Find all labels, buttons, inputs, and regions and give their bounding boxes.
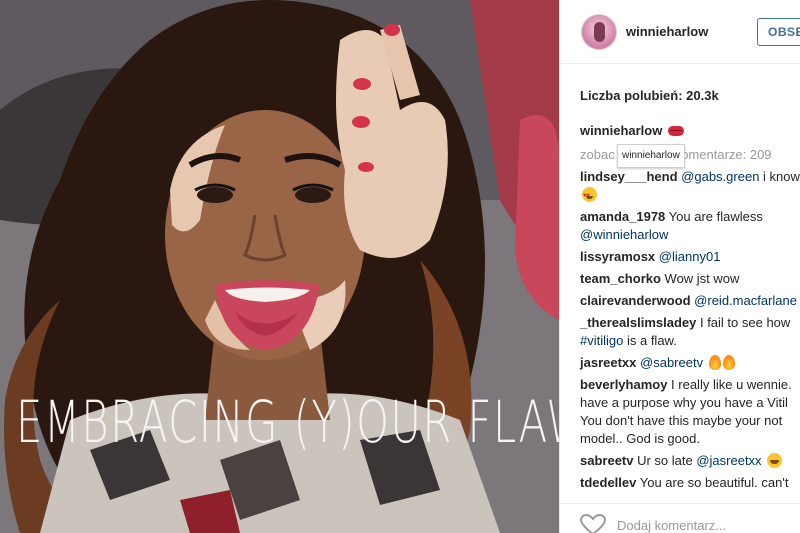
likes-count[interactable]: Liczba polubień: 20.3k — [580, 88, 719, 103]
comment-text: i know — [759, 169, 800, 184]
comment-text: You are flawless — [665, 209, 763, 224]
view-all-suffix: komentarze: 209 — [674, 147, 772, 162]
comment-username[interactable]: amanda_1978 — [580, 209, 665, 224]
comment-item: clairevanderwood @reid.macfarlane — [580, 292, 800, 310]
caption: winnieharlow — [580, 122, 800, 140]
view-all-prefix: zobac — [580, 147, 615, 162]
comment-username[interactable]: lindsey___hend — [580, 169, 678, 184]
comment-mention[interactable]: @lianny01 — [659, 249, 721, 264]
heart-eyes-emoji-icon — [582, 187, 597, 205]
comment-mention[interactable]: @sabreetv — [640, 355, 703, 370]
comment-username[interactable]: jasreetxx — [580, 355, 636, 370]
post-footer: Dodaj komentarz... — [560, 503, 800, 533]
comment-text-line: model.. God is good. — [580, 431, 700, 446]
view-all-comments-link[interactable]: zobac komentarze: 209 winnieharlow — [580, 144, 800, 168]
kiss-lips-icon — [668, 126, 685, 136]
comment-username[interactable]: beverlyhamoy — [580, 377, 667, 392]
comment-username[interactable]: clairevanderwood — [580, 293, 691, 308]
comment-mention[interactable]: @winnieharlow — [580, 227, 668, 242]
comment-text: is a flaw. — [623, 333, 677, 348]
post-header: winnieharlow OBSE — [560, 0, 800, 64]
comment-mention[interactable]: @jasreetxx — [696, 453, 761, 468]
comment-text: You are so beautiful. can't — [636, 475, 789, 490]
avatar[interactable] — [581, 14, 617, 50]
photo-overlay-text: EMBRACING (Y)OUR FLAWS — [16, 388, 559, 456]
laughing-emoji-icon — [767, 453, 783, 468]
comment-item: team_chorko Wow jst wow — [580, 270, 800, 288]
comment-item: lindsey___hend @gabs.green i know — [580, 168, 800, 205]
comment-item: amanda_1978 You are flawless @winnieharl… — [580, 208, 800, 244]
comment-item: tdedellev You are so beautiful. can't — [580, 474, 800, 492]
comment-mention[interactable]: @gabs.green — [681, 169, 759, 184]
follow-button[interactable]: OBSE — [757, 18, 800, 46]
comment-text-line: You don't have this maybe your not — [580, 413, 783, 428]
comment-username[interactable]: sabreetv — [580, 453, 633, 468]
comment-item: sabreetv Ur so late @jasreetxx — [580, 452, 800, 470]
comment-username[interactable]: tdedellev — [580, 475, 636, 490]
post-photo[interactable]: EMBRACING (Y)OUR FLAWS — [0, 0, 559, 533]
comment-item: jasreetxx @sabreetv — [580, 354, 800, 372]
comment-item: lissyramosx @lianny01 — [580, 248, 800, 266]
comment-text-line: have a purpose why you have a Vitil — [580, 395, 788, 410]
comment-text: Wow jst wow — [660, 271, 740, 286]
fire-emoji-icon — [722, 355, 735, 370]
comment-username[interactable]: team_chorko — [580, 271, 661, 286]
heart-icon[interactable] — [580, 514, 606, 533]
comment-mention[interactable]: @reid.macfarlane — [694, 293, 797, 308]
comment-hashtag[interactable]: #vitiligo — [580, 333, 623, 348]
username-tooltip: winnieharlow — [617, 144, 685, 168]
caption-username[interactable]: winnieharlow — [580, 123, 662, 138]
comment-text: Ur so late — [633, 453, 697, 468]
comment-username[interactable]: _therealslimsladey — [580, 315, 696, 330]
comment-item: beverlyhamoy I really like u wennie. hav… — [580, 376, 800, 448]
author-username[interactable]: winnieharlow — [626, 24, 708, 39]
comment-item: _therealslimsladey I fail to see how #vi… — [580, 314, 800, 350]
comment-text: I fail to see how — [696, 315, 791, 330]
comments-list: winnieharlow zobac komentarze: 209 winnie… — [580, 122, 800, 496]
fire-emoji-icon — [708, 355, 721, 370]
add-comment-input[interactable]: Dodaj komentarz... — [617, 518, 726, 533]
post-side-panel: winnieharlow OBSE Liczba polubień: 20.3k… — [560, 0, 800, 533]
comment-username[interactable]: lissyramosx — [580, 249, 655, 264]
comment-text: I really like u wennie. — [667, 377, 792, 392]
